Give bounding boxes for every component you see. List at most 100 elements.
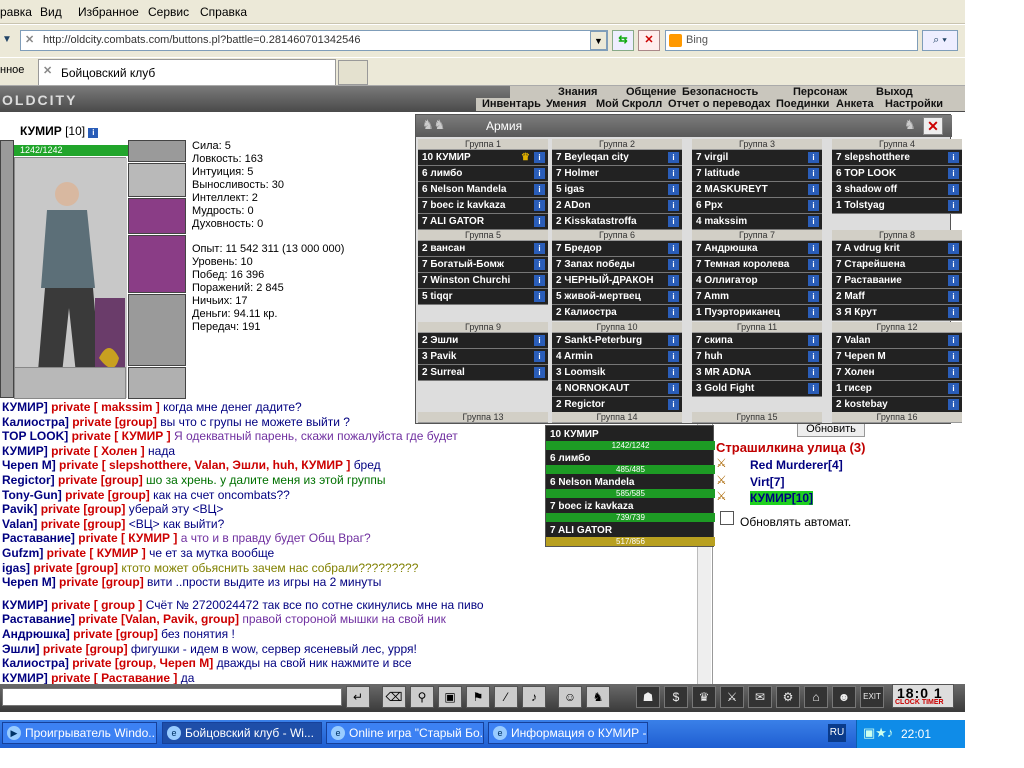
army-member-row[interactable]: 7 Запах победы i [552,257,682,273]
send-icon[interactable]: ↵ [346,686,370,708]
slot-amulet[interactable] [128,163,186,197]
chat-nick[interactable]: Череп M] [2,575,56,589]
info-icon[interactable]: i [948,335,959,346]
army-member-row[interactable]: 7 A vdrug krit i [832,241,962,257]
info-icon[interactable]: i [808,291,819,302]
army-member-row[interactable]: 7 Холен i [832,365,962,381]
army-member-row[interactable]: 2 Эшли i [418,333,548,349]
army-member-row[interactable]: 6 лимбо i [418,166,548,182]
info-icon[interactable]: i [668,367,679,378]
info-icon[interactable]: i [948,152,959,163]
army-member-row[interactable]: 7 Андрюшка i [692,241,822,257]
info-icon[interactable]: i [534,152,545,163]
slot-weapon[interactable] [128,235,186,293]
army-member-row[interactable]: 1 Пуэрториканец i [692,305,822,321]
save-icon[interactable]: ▣ [438,686,462,708]
info-icon[interactable]: i [668,399,679,410]
chat-private-tag[interactable]: private [group] [73,627,158,641]
info-icon[interactable]: i [948,307,959,318]
info-icon[interactable]: i [88,128,99,138]
army-member-row[interactable]: 2 MASKUREYT i [692,182,822,198]
location-person[interactable]: Red Murderer[4] [750,458,843,472]
army-member-row[interactable]: 3 Pavik i [418,349,548,365]
info-icon[interactable]: i [808,367,819,378]
info-icon[interactable]: i [808,383,819,394]
info-icon[interactable]: i [534,243,545,254]
chat-private-tag[interactable]: private [group] [59,575,144,589]
info-icon[interactable]: i [668,335,679,346]
info-icon[interactable]: i [668,184,679,195]
info-icon[interactable]: i [948,243,959,254]
info-icon[interactable]: i [534,367,545,378]
info-icon[interactable]: i [808,184,819,195]
popup-member[interactable]: 10 КУМИР 1242/1242 [546,428,715,452]
chat-nick[interactable]: Эшли] [2,642,40,656]
bag-icon[interactable]: ☗ [636,686,660,708]
nav-security[interactable]: Безопасность [682,86,758,98]
army-member-row[interactable]: 2 вансан i [418,241,548,257]
gear-icon[interactable]: ⚙ [776,686,800,708]
army-member-row[interactable]: 2 Surreal i [418,365,548,381]
army-member-row[interactable]: 7 boec iz kavkaza i [418,198,548,214]
army-member-row[interactable]: 7 Valan i [832,333,962,349]
army-member-row[interactable]: 1 Tolstyag i [832,198,962,214]
chat-private-tag[interactable]: private [ КУМИР ] [78,531,177,545]
army-member-row[interactable]: 7 Старейшена i [832,257,962,273]
info-icon[interactable]: i [534,275,545,286]
army-member-row[interactable]: 2 Maff i [832,289,962,305]
crown-icon[interactable]: ♛ [692,686,716,708]
chat-nick[interactable]: Раставание] [2,531,75,545]
nav-knowledge[interactable]: Знания [558,86,597,98]
info-icon[interactable]: i [948,351,959,362]
army-member-row[interactable]: 5 живой-мертвец i [552,289,682,305]
exit-icon[interactable]: EXIT [860,686,884,708]
info-icon[interactable]: i [534,200,545,211]
chat-nick[interactable]: TOP LOOK] [2,429,68,443]
menu-tools[interactable]: Сервис [148,5,189,19]
army-member-row[interactable]: 3 MR ADNA i [692,365,822,381]
stop-icon[interactable]: ✕ [638,30,660,51]
popup-member[interactable]: 6 Nelson Mandela 585/585 [546,476,715,500]
army-member-row[interactable]: 6 Ppx i [692,198,822,214]
chat-nick[interactable]: КУМИР] [2,598,48,612]
army-member-row[interactable]: 1 гисер i [832,381,962,397]
popup-member[interactable]: 7 ALI GATOR 517/856 [546,524,715,548]
army-member-row[interactable]: 7 скипа i [692,333,822,349]
nav-character[interactable]: Персонаж [793,86,847,98]
army-member-row[interactable]: 3 Я Крут i [832,305,962,321]
auto-refresh-checkbox[interactable] [720,511,734,525]
army-member-row[interactable]: 2 ЧЕРНЫЙ-ДРАКОН i [552,273,682,289]
army-member-row[interactable]: 6 Nelson Mandela i [418,182,548,198]
info-icon[interactable]: i [668,152,679,163]
chat-private-tag[interactable]: private [group] [58,473,143,487]
army-member-row[interactable]: 7 Темная королева i [692,257,822,273]
army-member-row[interactable]: 4 Оллигатор i [692,273,822,289]
chat-private-tag[interactable]: private [group, Череп M] [72,656,213,670]
home-icon[interactable]: ⌂ [804,686,828,708]
chat-nick[interactable]: Череп M] [2,458,56,472]
popup-member[interactable]: 7 boec iz kavkaza 739/739 [546,500,715,524]
info-icon[interactable]: i [948,168,959,179]
search-icon[interactable]: ⌕ ▾ [922,30,958,51]
info-icon[interactable]: i [948,383,959,394]
menu-favorites[interactable]: Избранное [78,5,139,19]
chat-private-tag[interactable]: private [group] [65,488,150,502]
army-title-bar[interactable]: ♞♞ Армия ♞ ✕ [416,115,952,137]
info-icon[interactable]: i [948,275,959,286]
equipment-slots-left[interactable] [0,140,14,398]
scroll-icon[interactable]: ✉ [748,686,772,708]
army-member-row[interactable]: 4 makssim i [692,214,822,230]
task-info-kumir[interactable]: e Информация о КУМИР - ... [488,722,648,744]
army-member-row[interactable]: 5 tiqqr i [418,289,548,305]
chat-nick[interactable]: Pavik] [2,502,37,516]
chat-nick[interactable]: Раставание] [2,612,75,626]
chat-nick[interactable]: Калиостра] [2,415,69,429]
chat-nick[interactable]: Андрюшка] [2,627,70,641]
info-icon[interactable]: i [808,275,819,286]
network-icon[interactable]: ▣★♪ [863,725,893,741]
info-icon[interactable]: i [808,216,819,227]
info-icon[interactable]: i [668,168,679,179]
task-combats[interactable]: e Бойцовский клуб - Wi... [162,722,322,744]
search-input[interactable]: Bing [665,30,918,51]
nav-skills[interactable]: Умения [546,98,586,110]
